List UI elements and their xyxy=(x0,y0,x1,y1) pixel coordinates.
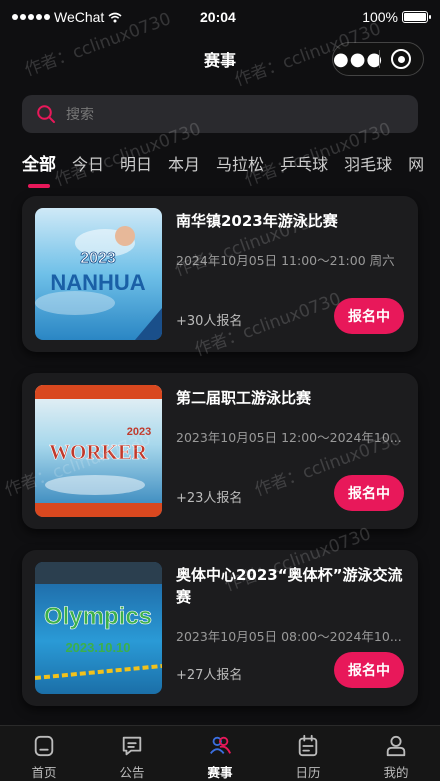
tabbar-label: 公告 xyxy=(119,765,145,780)
tab-this-month[interactable]: 本月 xyxy=(168,152,200,192)
event-time: 2023年10月05日 12:00～2024年10... xyxy=(176,430,402,445)
event-poster: 2023 NANHUA xyxy=(35,208,162,340)
event-title: 奥体中心2023“奥体杯”游泳交流赛 xyxy=(176,566,403,606)
status-left: WeChat xyxy=(12,9,122,25)
tab-badminton[interactable]: 羽毛球 xyxy=(344,152,392,192)
tabbar-calendar[interactable]: 日历 xyxy=(264,726,352,781)
clock: 20:04 xyxy=(200,9,236,25)
profile-icon xyxy=(386,735,406,757)
users-icon xyxy=(210,736,231,754)
notice-icon xyxy=(122,736,142,756)
poster-name: Olympics xyxy=(44,603,152,630)
battery-indicator: 100% xyxy=(362,9,431,25)
wifi-icon xyxy=(108,12,122,22)
target-close-icon[interactable] xyxy=(380,49,423,69)
signup-button[interactable]: 报名中 xyxy=(334,652,404,688)
tabbar-events[interactable]: 赛事 xyxy=(176,726,264,781)
tabbar-label: 首页 xyxy=(31,765,57,780)
tab-all[interactable]: 全部 xyxy=(22,152,56,192)
tabbar-profile[interactable]: 我的 xyxy=(352,726,440,781)
page-title: 赛事 xyxy=(203,51,236,70)
event-card[interactable]: 2023 WORKER 第二届职工游泳比赛 2023年10月05日 12:00～… xyxy=(22,373,418,529)
poster-year: 2023 xyxy=(127,426,151,438)
poster-name: WORKER xyxy=(49,440,148,464)
signup-count: +23人报名 xyxy=(176,491,243,506)
poster-name: NANHUA xyxy=(50,270,145,295)
home-icon xyxy=(34,735,54,757)
tabbar-home[interactable]: 首页 xyxy=(0,726,88,781)
search-icon xyxy=(37,105,55,123)
tabbar-label: 日历 xyxy=(295,765,321,780)
event-poster: 2023 WORKER xyxy=(35,385,162,517)
tab-today[interactable]: 今日 xyxy=(72,152,104,192)
mini-program-capsule: ●●● xyxy=(332,42,424,76)
nav-bar: 赛事 ●●● xyxy=(0,34,440,84)
event-title: 南华镇2023年游泳比赛 xyxy=(176,212,338,230)
tab-tennis[interactable]: 网 xyxy=(408,152,424,192)
event-poster: Olympics 2023.10.10 xyxy=(35,562,162,694)
battery-icon xyxy=(402,11,431,23)
event-card[interactable]: Olympics 2023.10.10 奥体中心2023“奥体杯”游泳交流赛 2… xyxy=(22,550,418,706)
signup-button[interactable]: 报名中 xyxy=(334,475,404,511)
tab-table-tennis[interactable]: 乒乓球 xyxy=(280,152,328,192)
carrier-label: WeChat xyxy=(54,9,105,25)
category-tabs: 全部 今日 明日 本月 马拉松 乒乓球 羽毛球 网 xyxy=(22,152,440,192)
calendar-icon xyxy=(298,734,318,757)
bottom-tab-bar: 首页 公告 赛事 日历 我的 xyxy=(0,725,440,781)
battery-percent: 100% xyxy=(362,9,398,25)
poster-date: 2023.10.10 xyxy=(65,640,130,655)
signal-icon xyxy=(12,14,50,20)
tabbar-label: 我的 xyxy=(383,765,409,780)
tabbar-label: 赛事 xyxy=(207,765,233,780)
more-dots-icon[interactable]: ●●● xyxy=(333,49,382,70)
event-time: 2023年10月05日 08:00～2024年10... xyxy=(176,629,402,644)
signup-button[interactable]: 报名中 xyxy=(334,298,404,334)
tabbar-notice[interactable]: 公告 xyxy=(88,726,176,781)
signup-count: +27人报名 xyxy=(176,668,243,683)
event-card[interactable]: 2023 NANHUA 南华镇2023年游泳比赛 2024年10月05日 11:… xyxy=(22,196,418,352)
tab-marathon[interactable]: 马拉松 xyxy=(216,152,264,192)
search-input[interactable]: 搜索 xyxy=(22,95,418,133)
signup-count: +30人报名 xyxy=(176,314,243,329)
event-time: 2024年10月05日 11:00～21:00 周六 xyxy=(176,253,395,268)
poster-year: 2023 xyxy=(80,250,116,267)
event-title: 第二届职工游泳比赛 xyxy=(176,389,312,407)
tab-tomorrow[interactable]: 明日 xyxy=(120,152,152,192)
search-placeholder: 搜索 xyxy=(66,107,94,123)
status-bar: WeChat 20:04 100% xyxy=(0,0,440,34)
